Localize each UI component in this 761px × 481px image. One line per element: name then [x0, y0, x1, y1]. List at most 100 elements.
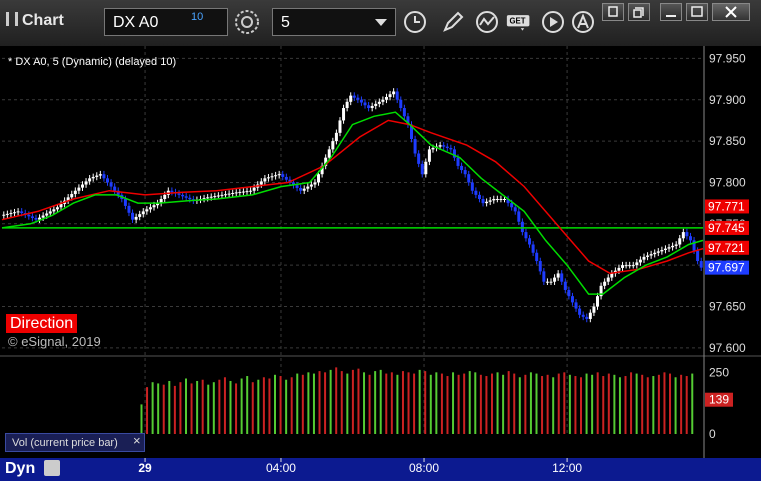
candle-body — [148, 207, 152, 210]
candle-body — [420, 163, 424, 175]
price-label-text: 97.745 — [708, 221, 745, 235]
pencil-icon[interactable] — [440, 9, 466, 35]
candle-body — [270, 176, 274, 178]
candle-body — [606, 277, 610, 282]
restore-down-icon[interactable] — [686, 3, 708, 21]
chart-area[interactable]: 97.60097.65097.70097.75097.80097.85097.9… — [0, 46, 761, 481]
get-icon[interactable]: GET — [506, 9, 532, 35]
candle-body — [98, 174, 102, 176]
volume-panel-close-button[interactable]: × — [133, 433, 141, 448]
candle-body — [184, 196, 188, 198]
candle-body — [699, 261, 703, 268]
candle-body — [2, 214, 6, 216]
candle-body — [113, 186, 117, 191]
candle-body — [27, 214, 31, 217]
candle-body — [667, 247, 671, 249]
candle-body — [570, 296, 574, 303]
candle-body — [359, 99, 363, 103]
restore-icon[interactable] — [602, 3, 624, 21]
candle-body — [624, 265, 628, 267]
symbol-input[interactable]: DX A0 10 — [104, 8, 228, 36]
candle-body — [163, 194, 167, 199]
candle-body — [617, 267, 621, 271]
price-label-text: 97.721 — [708, 241, 745, 255]
volume-panel-label: Vol (current price bar) — [5, 433, 145, 452]
candle-body — [13, 212, 17, 214]
candle-body — [649, 254, 653, 256]
clock-icon[interactable] — [402, 9, 428, 35]
candle-body — [274, 175, 278, 177]
candle-body — [84, 181, 88, 185]
candle-body — [671, 245, 675, 248]
candle-body — [327, 149, 331, 158]
candle-body — [449, 148, 453, 150]
candle-body — [170, 190, 174, 193]
candle-body — [628, 265, 632, 267]
candle-body — [231, 193, 235, 195]
candle-body — [681, 232, 685, 239]
candle-body — [206, 197, 210, 199]
candle-body — [646, 255, 650, 257]
time-tick-label: 08:00 — [409, 461, 439, 475]
candle-body — [20, 211, 24, 214]
candle-body — [234, 192, 238, 194]
candle-body — [563, 281, 567, 290]
candle-body — [567, 289, 571, 297]
candle-body — [510, 203, 514, 208]
candle-body — [663, 248, 667, 250]
candle-body — [477, 194, 481, 199]
candle-body — [470, 182, 474, 191]
price-label-text: 97.697 — [708, 261, 745, 275]
candle-body — [578, 308, 582, 315]
candle-body — [388, 94, 392, 97]
candle-body — [631, 265, 635, 267]
candle-body — [535, 252, 539, 262]
close-icon[interactable] — [712, 3, 750, 21]
candle-body — [424, 161, 428, 175]
candle-body — [88, 178, 92, 182]
candle-body — [30, 216, 34, 219]
candle-body — [5, 213, 9, 215]
alert-icon[interactable] — [570, 9, 596, 35]
candle-body — [610, 273, 614, 278]
candle-body — [417, 153, 421, 164]
candle-body — [517, 211, 521, 222]
candle-body — [299, 187, 303, 191]
candle-body — [370, 105, 374, 109]
candle-body — [653, 252, 657, 255]
chart-legend: * DX A0, 5 (Dynamic) (delayed 10) — [8, 56, 177, 68]
candle-body — [556, 273, 560, 278]
candle-body — [377, 101, 381, 104]
candle-body — [131, 212, 135, 220]
candle-body — [16, 211, 20, 213]
candle-body — [352, 95, 356, 98]
candle-body — [177, 193, 181, 195]
candle-body — [660, 250, 664, 252]
maximize-window-icon[interactable] — [628, 3, 650, 21]
candle-body — [399, 99, 403, 109]
interval-text: 5 — [281, 14, 290, 31]
minimize-icon[interactable] — [660, 3, 682, 21]
play-icon[interactable] — [540, 9, 566, 35]
time-axis-bar — [0, 458, 761, 481]
candle-body — [656, 251, 660, 253]
candle-body — [442, 145, 446, 147]
lock-icon[interactable] — [44, 460, 60, 476]
interval-select[interactable]: 5 — [272, 8, 396, 36]
title-bar: Chart DX A0 10 5 GET — [0, 0, 761, 47]
pause-icon[interactable] — [6, 12, 18, 26]
candle-body — [70, 194, 74, 198]
candle-body — [474, 190, 478, 195]
candle-body — [595, 296, 599, 307]
candle-body — [145, 209, 149, 212]
candle-body — [621, 265, 625, 268]
price-tick-label: 97.600 — [709, 341, 746, 355]
study-icon[interactable] — [474, 9, 500, 35]
candle-body — [492, 199, 496, 201]
candle-body — [306, 186, 310, 189]
settings-gear-icon[interactable] — [234, 9, 260, 35]
candle-body — [560, 273, 564, 282]
svg-text:GET: GET — [509, 17, 525, 26]
symbol-delay-superscript: 10 — [191, 11, 204, 23]
time-tick-label: 12:00 — [552, 461, 582, 475]
